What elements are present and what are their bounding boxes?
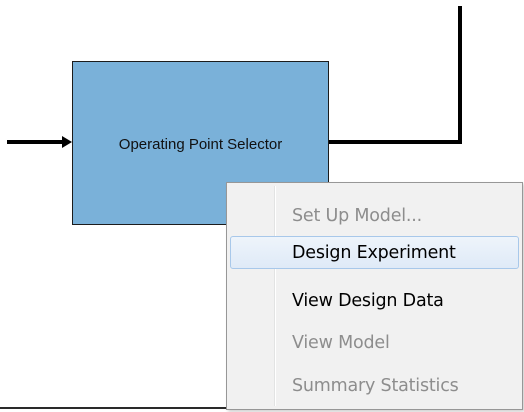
output-signal-line[interactable] — [329, 6, 462, 144]
menu-item-label: View Model — [292, 332, 390, 353]
model-canvas[interactable]: Operating Point Selector Set Up Model...… — [0, 0, 524, 412]
menu-item-label: Summary Statistics — [292, 375, 459, 396]
menu-item-view-design-data[interactable]: View Design Data — [230, 284, 519, 317]
menu-item-summary-statistics[interactable]: Summary Statistics — [230, 369, 519, 402]
input-arrow-icon — [62, 136, 72, 148]
menu-item-design-experiment[interactable]: Design Experiment — [230, 236, 519, 269]
menu-item-set-up-model[interactable]: Set Up Model... — [230, 199, 519, 232]
menu-item-label: Set Up Model... — [292, 205, 423, 226]
block-label: Operating Point Selector — [118, 135, 283, 153]
bottom-signal-line[interactable] — [0, 407, 227, 409]
menu-item-view-model[interactable]: View Model — [230, 326, 519, 359]
menu-item-label: Design Experiment — [292, 242, 456, 263]
menu-item-label: View Design Data — [292, 290, 444, 311]
context-menu: Set Up Model... Design Experiment View D… — [226, 182, 523, 410]
